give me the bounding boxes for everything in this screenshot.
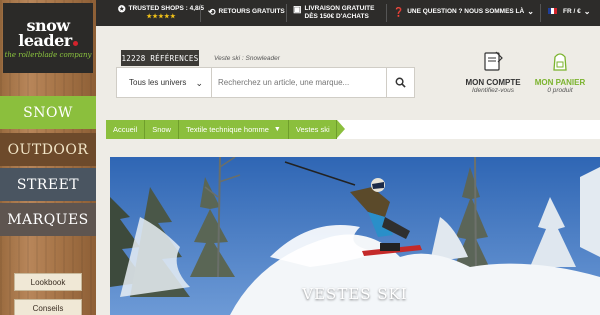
- page-tagline: Veste ski : Snowleader: [214, 55, 280, 62]
- search-input[interactable]: [213, 68, 383, 97]
- divider: [386, 4, 387, 22]
- free-returns-label: RETOURS GRATUITS: [218, 8, 285, 15]
- universe-select[interactable]: Tous les univers ⌄: [117, 68, 212, 97]
- top-bar: ✪ TRUSTED SHOPS : 4,8/5 ★★★★★ ⟲ RETOURS …: [96, 0, 600, 26]
- breadcrumb-textile[interactable]: Textile technique homme ▼: [178, 120, 289, 139]
- universe-select-value: Tous les univers: [129, 78, 187, 87]
- help-icon: ❓: [393, 7, 405, 17]
- rating-stars: ★★★★★: [146, 14, 176, 20]
- breadcrumb: Accueil Snow Textile technique homme ▼ V…: [106, 120, 600, 139]
- search-bar: Tous les univers ⌄: [116, 67, 415, 98]
- nav-marques[interactable]: Marques: [0, 203, 96, 236]
- backpack-icon: [553, 53, 567, 71]
- returns-icon: ⟲: [208, 7, 216, 17]
- divider: [286, 4, 287, 22]
- french-flag-icon: [548, 8, 557, 14]
- chevron-down-icon: ⌄: [195, 78, 203, 88]
- account-icon: [484, 51, 503, 71]
- divider: [540, 4, 541, 22]
- references-count: 12228 RÉFÉRENCES: [121, 50, 199, 66]
- nav-street[interactable]: Street: [0, 168, 96, 201]
- divider: [200, 4, 201, 22]
- locale-selector[interactable]: FR / € ⌄: [548, 8, 590, 16]
- award-icon: ✪: [118, 4, 126, 14]
- free-returns[interactable]: ⟲ RETOURS GRATUITS: [208, 8, 285, 17]
- breadcrumb-vestes-ski: Vestes ski: [288, 120, 337, 139]
- chevron-down-icon: ⌄: [527, 7, 534, 16]
- chevron-down-icon: ⌄: [583, 7, 591, 16]
- breadcrumb-textile-label: Textile technique homme: [185, 125, 269, 134]
- delivery-line1: LIVRAISON GRATUITE: [304, 5, 375, 12]
- nav-snow[interactable]: Snow: [0, 96, 96, 129]
- locale-label: FR / €: [563, 8, 581, 15]
- truck-icon: ▣: [293, 4, 302, 14]
- dropdown-arrow-icon: ▼: [273, 126, 281, 133]
- account-title: MON COMPTE: [465, 78, 521, 87]
- breadcrumb-accueil[interactable]: Accueil: [106, 120, 146, 139]
- logo-wordmark: snow leader: [18, 17, 78, 48]
- free-delivery[interactable]: ▣ LIVRAISON GRATUITE DÈS 150€ D'ACHATS: [293, 5, 374, 21]
- nav-outdoor[interactable]: Outdoor: [0, 133, 96, 166]
- conseils-button[interactable]: Conseils: [14, 299, 82, 315]
- logo-dot: [72, 40, 78, 46]
- hero-title: VESTES SKI: [302, 285, 408, 303]
- sidebar: snow leader the rollerblade company Snow …: [0, 0, 96, 315]
- cart-title: MON PANIER: [534, 78, 586, 87]
- account-subtitle: Identifiez-vous: [472, 87, 514, 94]
- breadcrumb-arrow: [336, 120, 345, 138]
- search-icon: [395, 77, 406, 88]
- help-contact[interactable]: ❓ UNE QUESTION ? NOUS SOMMES LÀ ⌄: [393, 8, 534, 17]
- site-logo[interactable]: snow leader the rollerblade company: [3, 3, 93, 73]
- delivery-line2: DÈS 150€ D'ACHATS: [304, 13, 369, 20]
- cart-subtitle: 0 produit: [547, 87, 573, 94]
- logo-tagline: the rollerblade company: [4, 50, 92, 59]
- trusted-shops[interactable]: ✪ TRUSTED SHOPS : 4,8/5 ★★★★★: [118, 5, 204, 21]
- breadcrumb-snow[interactable]: Snow: [145, 120, 179, 139]
- cart-link[interactable]: MON PANIER 0 produit: [530, 50, 590, 94]
- account-link[interactable]: MON COMPTE Identifiez-vous: [463, 50, 523, 94]
- lookbook-button[interactable]: Lookbook: [14, 273, 82, 291]
- hero-banner: VESTES SKI: [110, 157, 600, 315]
- help-label: UNE QUESTION ? NOUS SOMMES LÀ: [407, 8, 525, 15]
- trusted-shops-label: TRUSTED SHOPS : 4,8/5: [128, 5, 205, 12]
- search-button[interactable]: [386, 68, 414, 97]
